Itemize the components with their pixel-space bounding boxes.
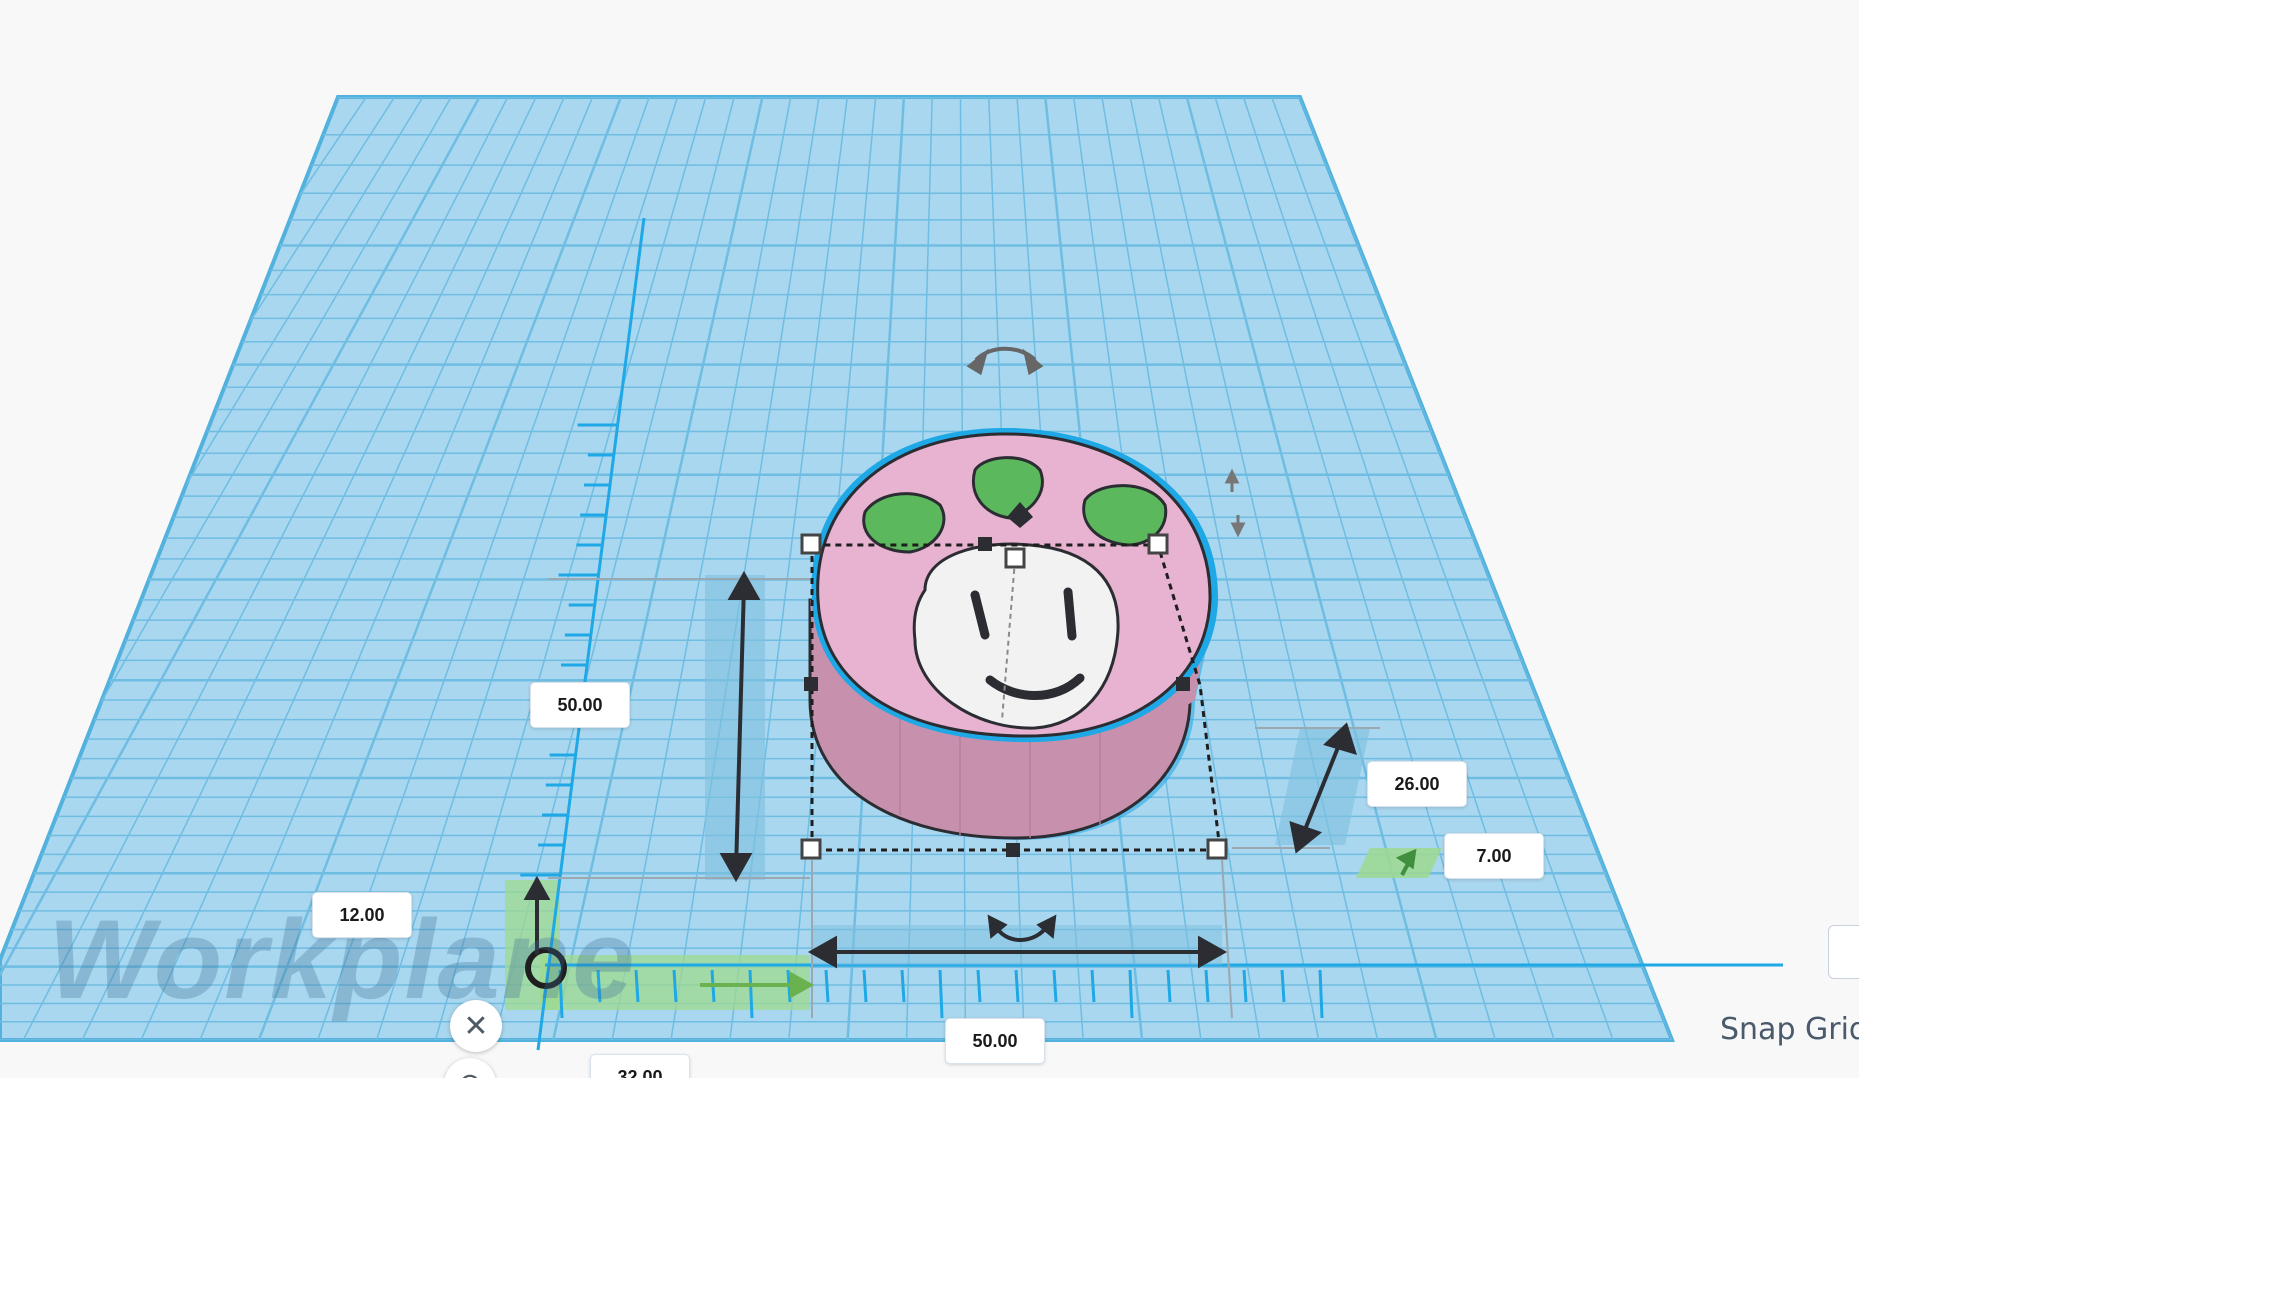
offset-x-input[interactable]: 12.00 — [312, 892, 412, 938]
toe-left — [862, 492, 946, 554]
snap-grid-label: Snap Grid — [1720, 1012, 1859, 1047]
resize-handle-top-left[interactable] — [800, 533, 822, 555]
resize-handle-bottom-left[interactable] — [800, 838, 822, 860]
close-icon[interactable]: ✕ — [450, 1000, 502, 1052]
3d-viewport[interactable]: Workplane 50.00 50.00 26.00 7.00 12.00 3… — [0, 0, 1859, 1078]
elevation-dimension-input[interactable]: 7.00 — [1444, 833, 1544, 879]
elevation-marker — [1356, 848, 1442, 878]
selected-shape[interactable] — [808, 427, 1219, 840]
length-dimension-input[interactable]: 50.00 — [945, 1018, 1045, 1064]
snap-grid-select[interactable] — [1828, 925, 1859, 979]
depth-dimension-input[interactable]: 26.00 — [1367, 761, 1467, 807]
resize-handle-bottom-right[interactable] — [1206, 838, 1228, 860]
height-handle[interactable] — [1004, 547, 1026, 569]
offset-y-input[interactable]: 32.00 — [590, 1054, 690, 1078]
height-dimension-input[interactable]: 50.00 — [530, 682, 630, 728]
resize-handle-top-right[interactable] — [1147, 533, 1169, 555]
